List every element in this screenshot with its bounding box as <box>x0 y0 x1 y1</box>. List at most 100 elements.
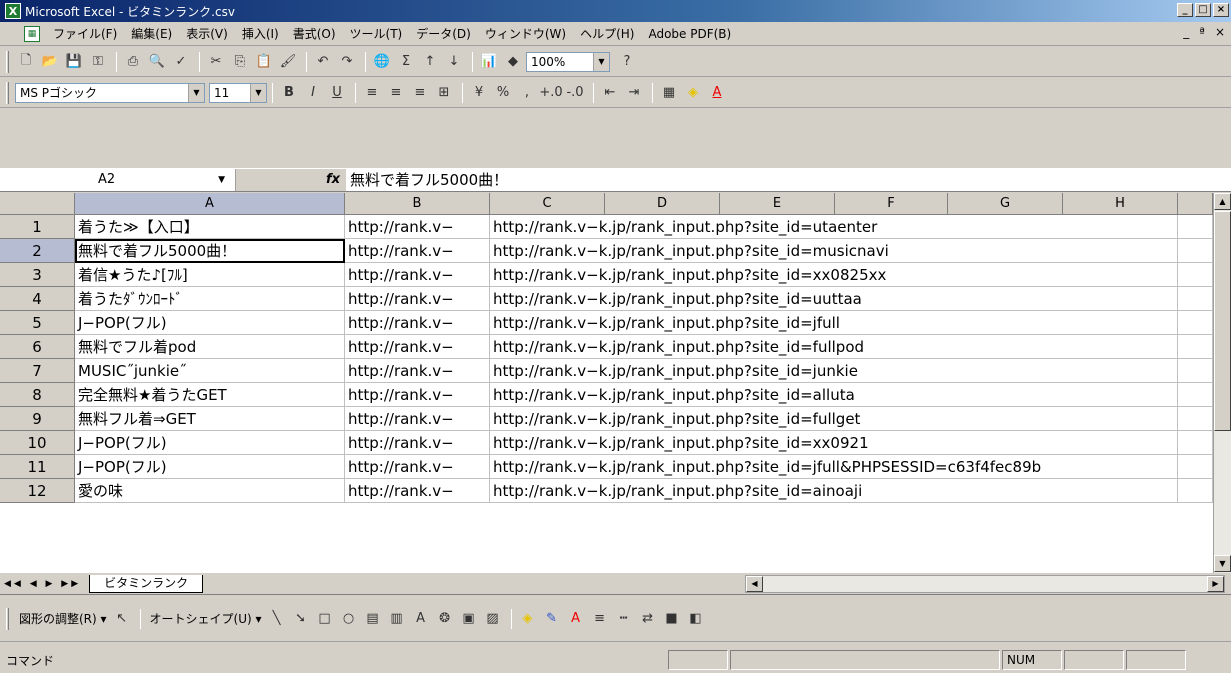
align-left-icon[interactable]: ≡ <box>361 82 383 104</box>
minimize-button[interactable]: _ <box>1177 3 1193 17</box>
scroll-left-icon[interactable]: ◀ <box>746 576 763 592</box>
vertical-scrollbar[interactable]: ▲ ▼ <box>1213 193 1231 573</box>
decrease-decimal-icon[interactable]: -.0 <box>564 82 586 104</box>
table-cell[interactable] <box>1178 383 1213 407</box>
decrease-indent-icon[interactable]: ⇤ <box>599 82 621 104</box>
cell-site-name[interactable]: J−POP(フル) <box>75 311 345 335</box>
cell-url-truncated[interactable]: http://rank.v− <box>345 455 490 479</box>
cell-url[interactable]: http://rank.v−k.jp/rank_input.php?site_i… <box>490 431 1178 455</box>
fill-color-icon[interactable]: ◈ <box>682 82 704 104</box>
cell-url[interactable]: http://rank.v−k.jp/rank_input.php?site_i… <box>490 359 1178 383</box>
cell-site-name[interactable]: 無料フル着⇒GET <box>75 407 345 431</box>
toolbar-grip[interactable] <box>6 607 9 630</box>
clipart-icon[interactable]: ▣ <box>458 608 480 630</box>
chevron-down-icon[interactable]: ▼ <box>250 83 266 102</box>
paste-icon[interactable]: 📋 <box>253 51 275 73</box>
table-cell[interactable] <box>1178 239 1213 263</box>
cell-url-truncated[interactable]: http://rank.v− <box>345 479 490 503</box>
menu-tools[interactable]: ツール(T) <box>343 25 410 42</box>
save-icon[interactable]: 💾 <box>63 51 85 73</box>
currency-icon[interactable]: ¥ <box>468 82 490 104</box>
increase-decimal-icon[interactable]: +.0 <box>539 82 562 104</box>
zoom-select[interactable]: 100% ▼ <box>526 51 610 72</box>
row-header[interactable]: 8 <box>0 383 75 407</box>
select-objects-icon[interactable]: ↖ <box>111 608 133 630</box>
table-cell[interactable] <box>1178 455 1213 479</box>
cell-url[interactable]: http://rank.v−k.jp/rank_input.php?site_i… <box>490 407 1178 431</box>
cell-url[interactable]: http://rank.v−k.jp/rank_input.php?site_i… <box>490 311 1178 335</box>
chevron-down-icon[interactable]: ▼ <box>218 175 225 185</box>
menu-file[interactable]: ファイル(F) <box>46 25 124 42</box>
row-header[interactable]: 7 <box>0 359 75 383</box>
col-header-e[interactable]: E <box>720 193 835 215</box>
cell-url-truncated[interactable]: http://rank.v− <box>345 239 490 263</box>
scroll-up-icon[interactable]: ▲ <box>1214 193 1231 210</box>
formula-input[interactable]: 無料で着フル5000曲！ <box>346 169 508 190</box>
hyperlink-icon[interactable]: 🌐 <box>371 51 393 73</box>
menu-help[interactable]: ヘルプ(H) <box>573 25 641 42</box>
cell-site-name[interactable]: 着信★うた♪[ﾌﾙ] <box>75 263 345 287</box>
horizontal-scrollbar[interactable]: ◀ ▶ <box>745 575 1225 593</box>
close-button[interactable]: × <box>1213 3 1229 17</box>
wordart-icon[interactable]: A <box>410 608 432 630</box>
italic-icon[interactable]: I <box>302 82 324 104</box>
sort-descending-icon[interactable]: ↓ <box>443 51 465 73</box>
cell-url-truncated[interactable]: http://rank.v− <box>345 287 490 311</box>
permission-icon[interactable]: ⚿ <box>87 51 109 73</box>
chart-wizard-icon[interactable]: 📊 <box>478 51 500 73</box>
autoshapes-button[interactable]: オートシェイプ(U) ▾ <box>146 610 266 627</box>
print-icon[interactable]: ⎙ <box>122 51 144 73</box>
line-color-icon[interactable]: ✎ <box>541 608 563 630</box>
menu-edit[interactable]: 編集(E) <box>124 25 179 42</box>
oval-icon[interactable]: ○ <box>338 608 360 630</box>
cell-url-truncated[interactable]: http://rank.v− <box>345 311 490 335</box>
scroll-thumb[interactable] <box>1214 211 1231 431</box>
undo-icon[interactable]: ↶ <box>312 51 334 73</box>
table-cell[interactable] <box>1178 263 1213 287</box>
cell-site-name[interactable]: MUSIC˝junkie˝ <box>75 359 345 383</box>
col-header-h[interactable]: H <box>1063 193 1178 215</box>
excel-app-icon[interactable]: X <box>5 3 21 19</box>
menu-view[interactable]: 表示(V) <box>179 25 235 42</box>
3d-icon[interactable]: ◧ <box>685 608 707 630</box>
col-header-d[interactable]: D <box>605 193 720 215</box>
chevron-down-icon[interactable]: ▼ <box>593 52 609 71</box>
col-header-f[interactable]: F <box>835 193 948 215</box>
chevron-down-icon[interactable]: ▼ <box>188 83 204 102</box>
table-cell[interactable] <box>1178 335 1213 359</box>
cell-site-name[interactable]: 無料で着フル5000曲！ <box>75 239 345 263</box>
cell-site-name[interactable]: J−POP(フル) <box>75 455 345 479</box>
row-header[interactable]: 9 <box>0 407 75 431</box>
function-icon[interactable]: fx <box>236 168 346 191</box>
dash-style-icon[interactable]: ┅ <box>613 608 635 630</box>
merge-center-icon[interactable]: ⊞ <box>433 82 455 104</box>
table-cell[interactable] <box>1178 215 1213 239</box>
table-cell[interactable] <box>1178 359 1213 383</box>
fill-color-icon[interactable]: ◈ <box>517 608 539 630</box>
comma-icon[interactable]: , <box>516 82 538 104</box>
help-icon[interactable]: ? <box>616 51 638 73</box>
drawing-icon[interactable]: ◆ <box>502 51 524 73</box>
col-header-b[interactable]: B <box>345 193 490 215</box>
arrow-icon[interactable]: ➘ <box>290 608 312 630</box>
increase-indent-icon[interactable]: ⇥ <box>623 82 645 104</box>
col-header-c[interactable]: C <box>490 193 605 215</box>
doc-minimize-button[interactable]: _ <box>1183 25 1189 39</box>
cut-icon[interactable]: ✂ <box>205 51 227 73</box>
worksheet-grid[interactable]: A B C D E F G H 1 着うた≫【入口】 http://rank.v− h… <box>0 193 1231 573</box>
row-header[interactable]: 1 <box>0 215 75 239</box>
new-icon[interactable]: 🗋 <box>15 51 37 73</box>
borders-icon[interactable]: ▦ <box>658 82 680 104</box>
toolbar-grip[interactable] <box>6 81 9 104</box>
cell-site-name[interactable]: 無料でフル着pod <box>75 335 345 359</box>
shadow-icon[interactable]: ■ <box>661 608 683 630</box>
table-cell[interactable] <box>1178 311 1213 335</box>
line-icon[interactable]: ╲ <box>266 608 288 630</box>
table-cell[interactable] <box>1178 287 1213 311</box>
cell-url[interactable]: http://rank.v−k.jp/rank_input.php?site_i… <box>490 335 1178 359</box>
cell-url-truncated[interactable]: http://rank.v− <box>345 263 490 287</box>
redo-icon[interactable]: ↷ <box>336 51 358 73</box>
menu-format[interactable]: 書式(O) <box>286 25 343 42</box>
table-cell[interactable] <box>1178 407 1213 431</box>
spelling-icon[interactable]: ✓ <box>170 51 192 73</box>
